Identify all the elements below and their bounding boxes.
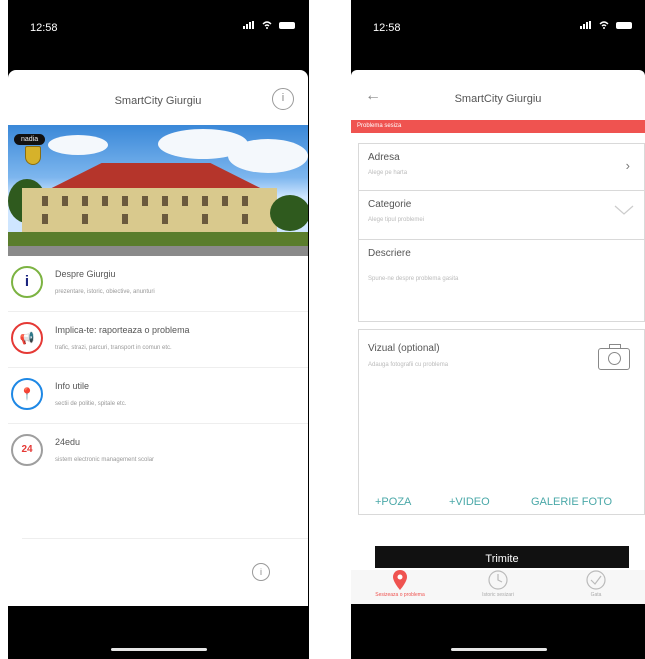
wifi-icon — [599, 21, 609, 30]
check-circle-icon — [586, 570, 606, 590]
photo-badge: nadia — [14, 134, 46, 145]
map-pin-icon: 📍 — [11, 378, 43, 410]
window — [42, 214, 48, 224]
menu-item-title: Info utile — [55, 381, 90, 391]
submit-button[interactable]: Trimite — [375, 546, 629, 568]
phone-left: 12:58 SmartCity Giurgiu i nadia i Despre… — [8, 0, 309, 659]
tab-report-problem[interactable]: Sesizeaza o problema — [351, 570, 449, 604]
clock-icon — [488, 570, 508, 590]
menu-item-24edu[interactable]: 24 24edu sistem electronic management sc… — [8, 424, 308, 480]
window — [142, 196, 148, 206]
window — [102, 196, 108, 206]
window — [222, 196, 228, 206]
tab-history[interactable]: Istoric sesizari — [449, 570, 547, 604]
field-hint: Alege pe harta — [368, 170, 408, 176]
window — [242, 214, 248, 224]
app-title: SmartCity Giurgiu — [114, 95, 202, 107]
menu-list: i Despre Giurgiu prezentare, istoric, ob… — [8, 256, 308, 480]
chevron-right-icon: › — [625, 158, 630, 173]
window — [42, 196, 48, 206]
tab-label: Gata — [590, 592, 602, 598]
visual-section: Vizual (optional) Adauga fotografii cu p… — [358, 329, 645, 515]
window — [162, 214, 168, 224]
tab-done[interactable]: Gata — [547, 570, 645, 604]
menu-item-title: Despre Giurgiu — [55, 269, 116, 279]
add-video-button[interactable]: +VIDEO — [449, 496, 490, 508]
status-icons — [243, 20, 295, 31]
signal-icon — [243, 21, 255, 30]
menu-item-subtitle: sectii de politie, spitale etc. — [55, 401, 127, 407]
menu-item-subtitle: prezentare, istoric, obiective, anunturi — [55, 289, 155, 295]
window — [162, 196, 168, 206]
cloud — [228, 139, 308, 173]
window — [62, 196, 68, 206]
status-bar: 12:58 — [351, 0, 645, 66]
home-indicator — [110, 648, 207, 651]
menu-item-info-utile[interactable]: 📍 Info utile sectii de politie, spitale … — [8, 368, 308, 424]
chevron-down-icon — [614, 205, 634, 215]
field-label: Categorie — [368, 199, 412, 210]
map-pin-icon — [393, 570, 407, 590]
window — [202, 196, 208, 206]
menu-item-raporteaza-problema[interactable]: 📢 Implica-te: raporteaza o problema traf… — [8, 312, 308, 368]
menu-item-title: 24edu — [55, 437, 81, 447]
app-header: ← SmartCity Giurgiu — [351, 70, 645, 120]
field-label: Adresa — [368, 152, 400, 163]
edu-logo-icon: 24 — [11, 434, 43, 466]
app-title: SmartCity Giurgiu — [454, 93, 542, 105]
building-facade — [22, 188, 277, 236]
app-header: SmartCity Giurgiu i — [8, 70, 308, 125]
wifi-icon — [262, 21, 272, 30]
window — [122, 214, 128, 224]
city-hall-photo: nadia — [8, 125, 308, 256]
info-icon: i — [11, 266, 43, 298]
camera-icon[interactable] — [598, 344, 630, 370]
info-button-bottom[interactable]: i — [252, 563, 270, 581]
alert-strip: Problema sesiza — [351, 120, 645, 133]
address-field[interactable]: Adresa Alege pe harta › — [358, 143, 645, 191]
field-label: Descriere — [368, 248, 411, 259]
tree — [270, 195, 308, 231]
description-field[interactable]: Descriere Spune-ne despre problema gasit… — [358, 240, 645, 322]
window — [82, 196, 88, 206]
cloud — [48, 135, 108, 155]
window — [122, 196, 128, 206]
tab-label: Sesizeaza o problema — [375, 592, 425, 598]
coat-of-arms-icon — [25, 146, 41, 165]
photo-gallery-button[interactable]: GALERIE FOTO — [531, 496, 612, 508]
window — [182, 196, 188, 206]
menu-item-despre-giurgiu[interactable]: i Despre Giurgiu prezentare, istoric, ob… — [8, 256, 308, 312]
status-time: 12:58 — [373, 22, 401, 34]
main-menu-screen: SmartCity Giurgiu i nadia i Despre Giurg… — [8, 70, 308, 606]
divider — [22, 538, 308, 539]
tab-bar: Sesizeaza o problema Istoric sesizari Ga… — [351, 570, 645, 604]
tab-label: Istoric sesizari — [482, 592, 514, 598]
status-time: 12:58 — [30, 22, 58, 34]
category-field[interactable]: Categorie Alege tipul problemei — [358, 191, 645, 240]
menu-item-subtitle: sistem electronic management scolar — [55, 457, 155, 463]
window — [82, 214, 88, 224]
phone-right: 12:58 ← SmartCity Giurgiu Problema sesiz… — [351, 0, 645, 659]
field-hint: Adauga fotografii cu problema — [368, 362, 449, 368]
status-icons — [580, 20, 632, 31]
field-label: Vizual (optional) — [368, 343, 440, 354]
menu-item-title: Implica-te: raporteaza o problema — [55, 325, 190, 335]
add-photo-button[interactable]: +POZA — [375, 496, 411, 508]
megaphone-icon: 📢 — [11, 322, 43, 354]
road — [8, 246, 308, 256]
window — [202, 214, 208, 224]
field-hint: Spune-ne despre problema gasita — [368, 276, 459, 282]
info-button[interactable]: i — [272, 88, 294, 110]
signal-icon — [580, 21, 592, 30]
media-actions: +POZA +VIDEO GALERIE FOTO — [359, 496, 644, 510]
field-hint: Alege tipul problemei — [368, 217, 425, 223]
home-indicator — [450, 648, 547, 651]
battery-icon — [279, 21, 295, 29]
window — [242, 196, 248, 206]
report-problem-screen: ← SmartCity Giurgiu Problema sesiza Adre… — [351, 70, 645, 604]
menu-item-subtitle: trafic, strazi, parcuri, transport in co… — [55, 345, 172, 351]
battery-icon — [616, 21, 632, 29]
status-bar: 12:58 — [8, 0, 309, 66]
